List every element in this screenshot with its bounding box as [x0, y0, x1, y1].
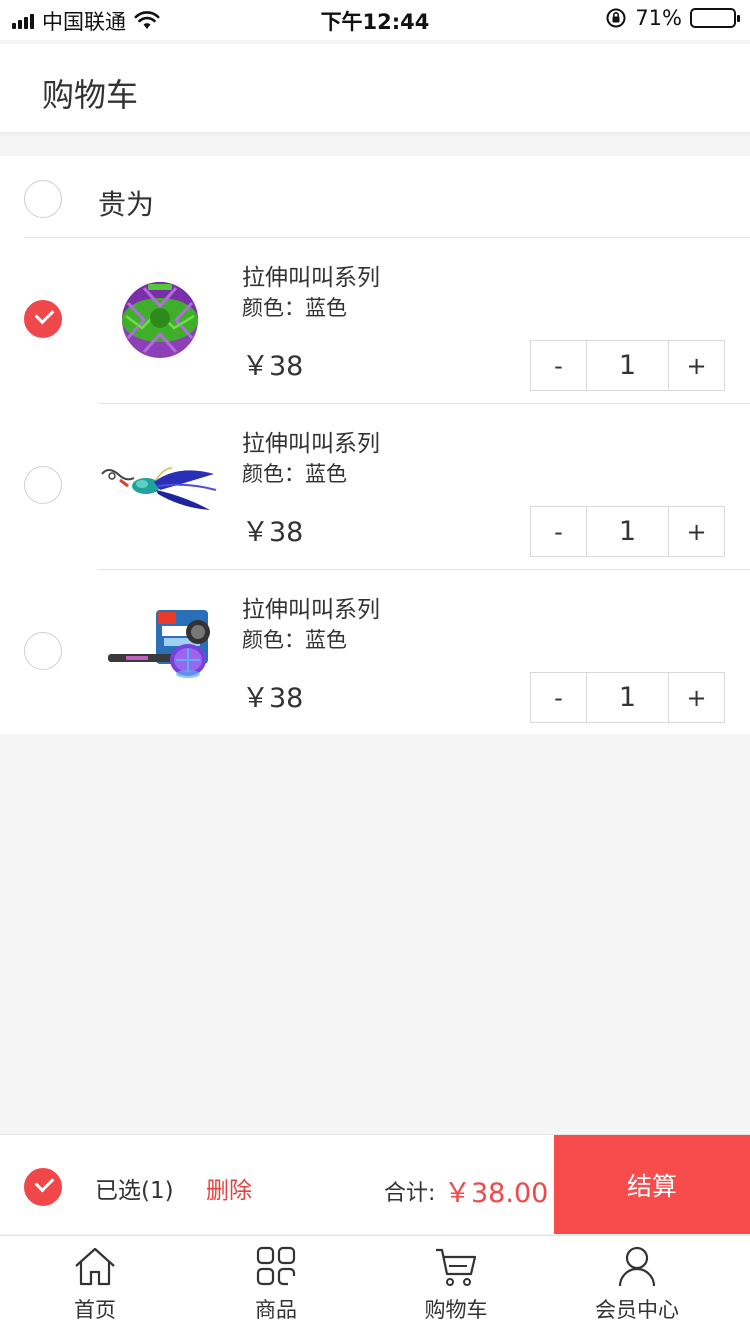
tab-home[interactable]: 首页: [15, 1236, 175, 1334]
item-checkbox[interactable]: [24, 466, 62, 504]
increase-button[interactable]: +: [669, 341, 724, 390]
decrease-button[interactable]: -: [531, 507, 586, 556]
select-all-checkbox[interactable]: [24, 1168, 62, 1206]
shop-name: 贵为: [98, 188, 155, 221]
grid-icon: [256, 1246, 296, 1286]
battery-percent: 71%: [635, 6, 682, 30]
product-image-squeaker-toy[interactable]: [98, 590, 222, 714]
item-name[interactable]: 拉伸叫叫系列: [242, 590, 380, 624]
status-right: 71%: [605, 6, 740, 30]
item-price: ￥38: [242, 351, 304, 382]
tab-label: 商品: [255, 1298, 297, 1322]
user-icon: [618, 1246, 656, 1287]
cart-item: 拉伸叫叫系列 颜色：蓝色 ￥38 - 1 +: [0, 238, 750, 404]
tab-label: 会员中心: [595, 1298, 679, 1322]
item-name[interactable]: 拉伸叫叫系列: [242, 258, 380, 292]
total-value: ￥38.00: [444, 1178, 549, 1209]
total-label: 合计:: [384, 1181, 436, 1206]
item-color: 颜色：蓝色: [242, 296, 347, 320]
tab-label: 购物车: [424, 1298, 488, 1322]
quantity-stepper: - 1 +: [530, 672, 725, 723]
quantity-stepper: - 1 +: [530, 340, 725, 391]
home-icon: [75, 1247, 115, 1286]
checkout-button[interactable]: 结算: [554, 1135, 750, 1234]
tab-products[interactable]: 商品: [196, 1236, 356, 1334]
decrease-button[interactable]: -: [531, 341, 586, 390]
item-price: ￥38: [242, 683, 304, 714]
quantity-stepper: - 1 +: [530, 506, 725, 557]
battery-icon: [690, 8, 740, 28]
increase-button[interactable]: +: [669, 673, 724, 722]
tab-label: 首页: [74, 1298, 116, 1322]
checkout-bar: 已选(1) 删除 合计: ￥38.00 结算: [0, 1134, 750, 1234]
tab-member[interactable]: 会员中心: [557, 1236, 717, 1334]
product-image-feather-toy[interactable]: [98, 424, 222, 548]
cart-list: 贵为 拉伸叫叫系列 颜色：蓝色 ￥38 - 1 + 拉伸叫叫系列 颜色：蓝色 ￥…: [0, 156, 750, 734]
quantity-value[interactable]: 1: [586, 341, 669, 390]
quantity-value[interactable]: 1: [586, 673, 669, 722]
item-checkbox[interactable]: [24, 300, 62, 338]
status-bar: 中国联通 下午12:44 71%: [0, 0, 750, 40]
shop-row: 贵为: [0, 156, 750, 238]
selected-count: 已选(1): [95, 1178, 174, 1204]
item-color: 颜色：蓝色: [242, 462, 347, 486]
cart-item: 拉伸叫叫系列 颜色：蓝色 ￥38 - 1 +: [0, 570, 750, 736]
item-price: ￥38: [242, 517, 304, 548]
item-color: 颜色：蓝色: [242, 628, 347, 652]
orientation-lock-icon: [606, 8, 626, 28]
cart-item: 拉伸叫叫系列 颜色：蓝色 ￥38 - 1 +: [0, 404, 750, 570]
quantity-value[interactable]: 1: [586, 507, 669, 556]
cart-icon: [436, 1248, 477, 1286]
product-image-ball-toy[interactable]: [98, 258, 222, 382]
decrease-button[interactable]: -: [531, 673, 586, 722]
item-checkbox[interactable]: [24, 632, 62, 670]
tab-cart[interactable]: 购物车: [376, 1236, 536, 1334]
delete-button[interactable]: 删除: [206, 1171, 252, 1205]
page-header: 购物车: [0, 44, 750, 132]
page-title: 购物车: [42, 76, 139, 114]
tab-bar: 首页 商品 购物车 会员中心: [0, 1235, 750, 1334]
shop-checkbox[interactable]: [24, 180, 62, 218]
item-name[interactable]: 拉伸叫叫系列: [242, 424, 380, 458]
increase-button[interactable]: +: [669, 507, 724, 556]
